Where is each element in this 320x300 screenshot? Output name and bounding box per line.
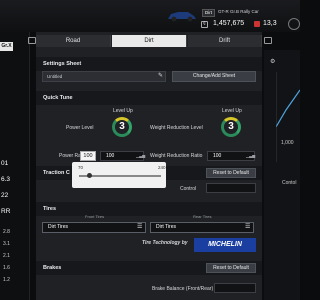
weight-reduction-label: Weight Reduction Level: [150, 125, 203, 131]
slider-icon: ▁▃▅: [246, 153, 256, 158]
brakes-reset-button[interactable]: Reset to Default: [206, 263, 256, 273]
power-ratio-label: Power Ra: [59, 153, 81, 159]
car-name: GT-R Gr.B Rally Car: [218, 9, 259, 14]
tab-dirt[interactable]: Dirt: [112, 35, 187, 47]
stat-small: 3.1: [3, 241, 10, 247]
tab-road[interactable]: Road: [36, 35, 111, 47]
menu-icon[interactable]: [288, 18, 300, 30]
car-thumbnail: [168, 12, 196, 22]
stat-small: 2.1: [3, 253, 10, 259]
weight-reduction-dial[interactable]: 3: [221, 117, 241, 137]
weight-level-up-label: Level Up: [222, 108, 242, 114]
stat-small: 2.8: [3, 229, 10, 235]
brake-balance-label: Brake Balance (Front/Rear): [152, 286, 214, 292]
michelin-wordmark: MICHELIN: [208, 241, 242, 248]
stat-value: 6.3: [1, 176, 11, 183]
slider-min: 70: [78, 165, 84, 170]
quick-tune-header: Quick Tune: [36, 91, 262, 105]
tire-technology-label: Tire Technology by: [142, 240, 188, 246]
camera-icon[interactable]: [28, 37, 36, 44]
car-category-tag: Dirt: [202, 9, 215, 17]
brake-balance-field[interactable]: [214, 283, 256, 293]
mileage-icon: [254, 21, 260, 27]
slider-handle[interactable]: [87, 173, 92, 178]
weight-ratio-label: Weight Reduction Ratio: [150, 153, 203, 159]
power-level-label: Power Level: [66, 125, 94, 131]
stat-small: 1.2: [3, 277, 10, 283]
edit-icon[interactable]: ✎: [158, 72, 163, 79]
power-level-up-label: Level Up: [113, 108, 133, 114]
settings-icon[interactable]: [264, 37, 272, 44]
tires-header: Tires: [36, 202, 262, 216]
car-class-tab[interactable]: Gr.X: [0, 42, 13, 51]
slider-value-badge: 100: [80, 151, 96, 161]
graph-value: 1,000: [281, 140, 294, 146]
stat-value: 22: [1, 192, 9, 199]
stat-small: 1.6: [3, 265, 10, 271]
rear-tires-select[interactable]: Dirt Tires: [150, 222, 254, 233]
power-level-dial[interactable]: 3: [112, 117, 132, 137]
michelin-logo: MICHELIN: [194, 238, 256, 252]
power-level-value: 3: [119, 121, 125, 132]
front-tires-label: Front Tires: [85, 214, 105, 219]
stat-value: 01: [1, 160, 9, 167]
change-sheet-button[interactable]: Change/Add Sheet: [172, 71, 256, 82]
traction-control-field[interactable]: [206, 183, 256, 193]
tab-drift[interactable]: Drift: [188, 35, 262, 47]
list-icon: ☰: [137, 224, 143, 230]
stat-value: RR: [1, 208, 11, 215]
list-icon: ☰: [245, 224, 251, 230]
front-tires-select[interactable]: Dirt Tires: [42, 222, 146, 233]
traction-reset-button[interactable]: Reset to Default: [206, 168, 256, 178]
slider-icon: ▁▃▅: [136, 153, 146, 158]
credits-value: 1,457,675: [213, 20, 245, 27]
right-control-label: Contol: [282, 180, 297, 186]
mileage-value: 13,3: [263, 20, 277, 27]
settings-sheet-header: Settings Sheet: [36, 57, 262, 71]
rear-tires-label: Rear Tires: [193, 214, 212, 219]
top-status-bar: [0, 0, 300, 32]
weight-level-value: 3: [228, 121, 234, 132]
performance-graph: [276, 72, 300, 162]
traction-control-label: Control: [180, 186, 197, 192]
sheet-name-field[interactable]: Untitled: [42, 71, 166, 82]
graph-settings-icon[interactable]: ⚙: [270, 58, 275, 65]
credits-icon: ¢: [201, 21, 208, 28]
slider-max: 240: [158, 165, 166, 170]
